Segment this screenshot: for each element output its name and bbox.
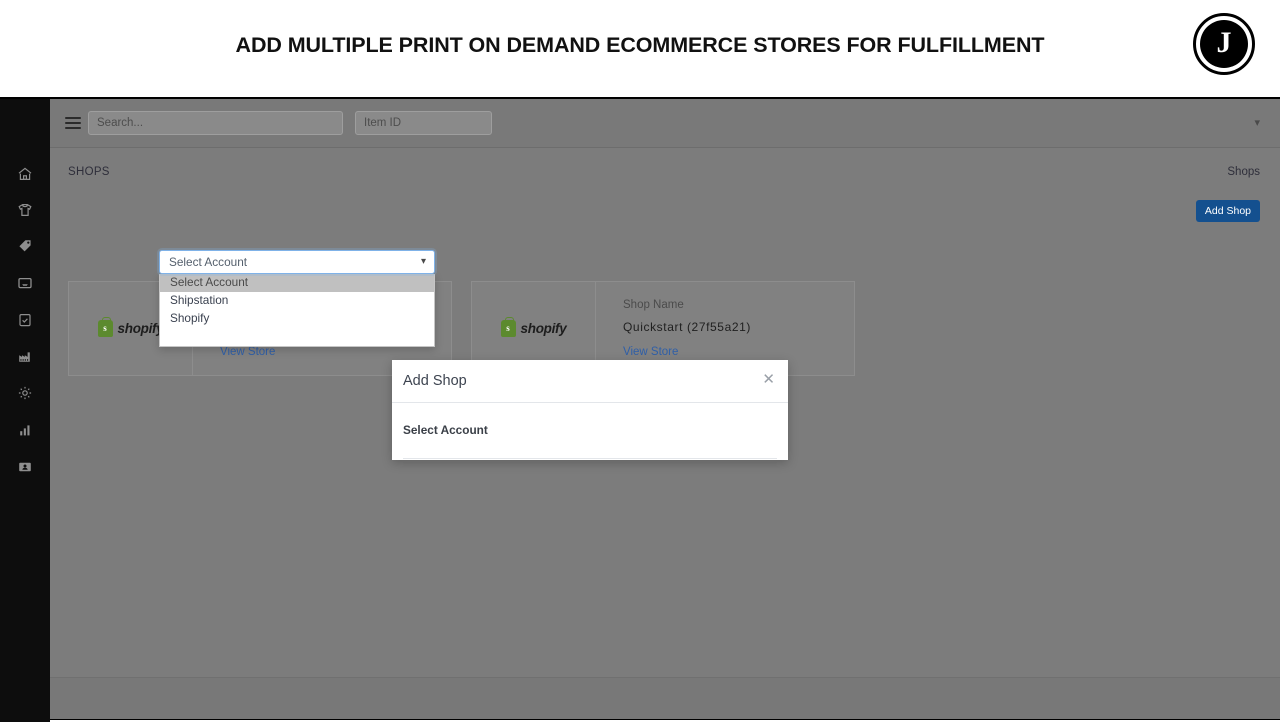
modal-body: Select Account <box>392 403 788 459</box>
search-input[interactable] <box>88 111 343 135</box>
sidebar-item-production[interactable] <box>0 344 50 370</box>
sidebar-item-reports[interactable] <box>0 417 50 443</box>
hamburger-menu-icon[interactable] <box>62 113 84 133</box>
modal-header: Add Shop ✕ <box>392 360 788 403</box>
shop-name-value: Quickstart (27f55a21) <box>623 320 751 334</box>
view-store-link[interactable]: View Store <box>623 346 678 358</box>
sidebar-item-inbox[interactable] <box>0 270 50 296</box>
factory-icon <box>17 349 33 365</box>
top-bar: ▾ <box>50 99 1280 148</box>
page-banner: ADD MULTIPLE PRINT ON DEMAND ECOMMERCE S… <box>0 0 1280 97</box>
chevron-down-icon: ▾ <box>420 256 426 267</box>
chevron-down-icon[interactable]: ▾ <box>1254 116 1260 129</box>
item-id-input[interactable] <box>355 111 492 135</box>
bar-chart-icon <box>17 422 33 438</box>
add-shop-button[interactable]: Add Shop <box>1195 200 1260 222</box>
application-window: ▾ Go SHOPS Shops s shopify Shop Name SA <box>0 97 1280 722</box>
logo-letter: J <box>1216 26 1232 59</box>
select-option[interactable]: Select Account <box>160 274 434 292</box>
sidebar-item-tags[interactable] <box>0 233 50 259</box>
select-account-label: Select Account <box>403 423 488 437</box>
select-account-options[interactable]: Select Account Shipstation Shopify <box>159 274 435 347</box>
breadcrumb: Shops <box>1227 166 1260 178</box>
sidebar-item-home[interactable] <box>0 161 50 187</box>
shopify-bag-icon: s <box>500 317 516 337</box>
view-store-link[interactable]: View Store <box>220 346 275 358</box>
logo-inner-circle: J <box>1200 20 1248 68</box>
select-option[interactable]: Shopify <box>160 310 434 328</box>
shopify-bag-letter: s <box>506 323 510 333</box>
banner-title: ADD MULTIPLE PRINT ON DEMAND ECOMMERCE S… <box>235 33 1045 57</box>
shopify-wordmark: shopify <box>117 321 164 336</box>
shopify-wordmark: shopify <box>520 321 567 336</box>
sidebar-item-settings[interactable] <box>0 380 50 406</box>
clipboard-check-icon <box>17 312 33 328</box>
sidebar-item-apparel[interactable] <box>0 197 50 223</box>
shopify-icon: s shopify <box>97 317 164 337</box>
select-account-value: Select Account <box>169 255 248 269</box>
id-card-icon <box>17 459 33 475</box>
sidebar-item-orders[interactable] <box>0 307 50 333</box>
modal-title: Add Shop <box>403 373 467 389</box>
shopify-bag-icon: s <box>97 317 113 337</box>
shopify-icon: s shopify <box>500 317 567 337</box>
shop-name-label: Shop Name <box>623 299 684 311</box>
inbox-icon <box>17 275 33 291</box>
select-option[interactable]: Shipstation <box>160 292 434 310</box>
home-icon <box>17 166 33 182</box>
close-icon[interactable]: ✕ <box>762 372 775 387</box>
select-account-dropdown[interactable]: Select Account ▾ Select Account Shipstat… <box>159 250 435 347</box>
tshirt-icon <box>17 202 33 218</box>
add-shop-modal: Add Shop ✕ Select Account <box>392 360 788 460</box>
tag-icon <box>17 238 33 254</box>
page-title: SHOPS <box>68 166 110 178</box>
footer-strip <box>50 677 1280 719</box>
sidebar-item-accounts[interactable] <box>0 454 50 480</box>
select-account-control[interactable]: Select Account ▾ <box>159 250 435 274</box>
circle-j-logo: J <box>1193 13 1255 75</box>
sidebar-navigation <box>0 99 50 722</box>
shopify-bag-letter: s <box>103 323 107 333</box>
gear-icon <box>17 385 33 401</box>
modal-divider <box>403 458 777 459</box>
